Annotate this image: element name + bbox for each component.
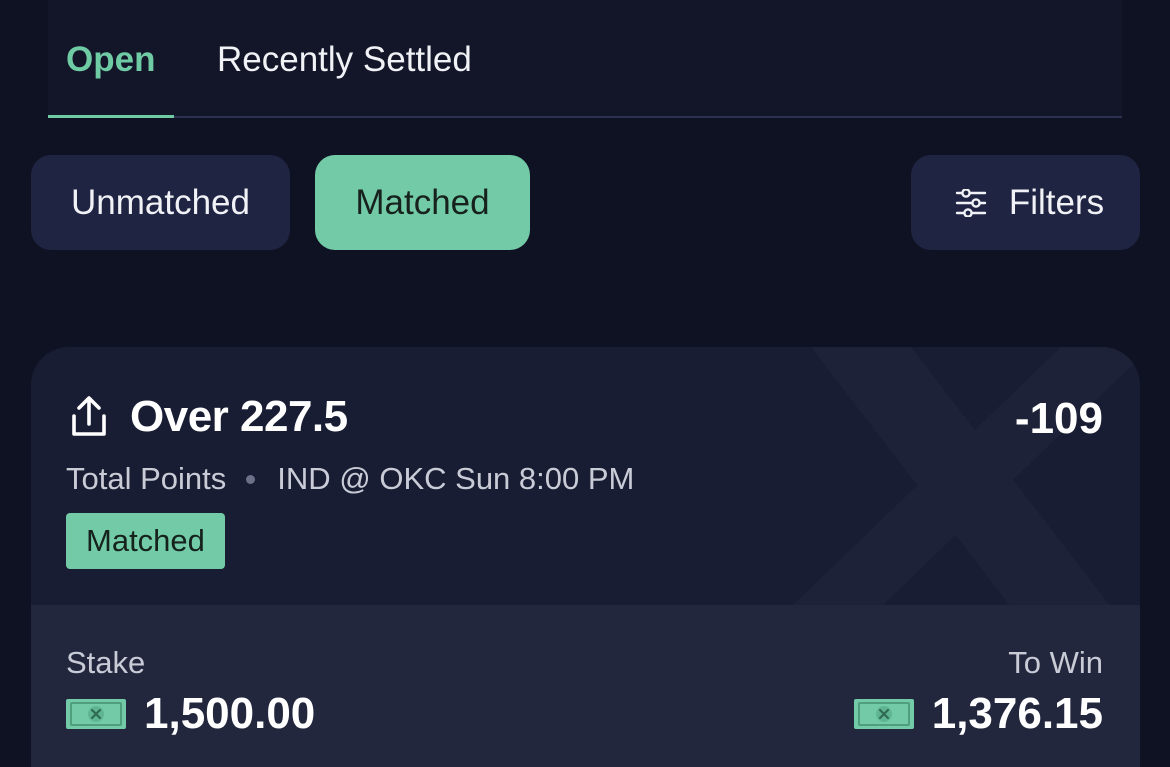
tabs-bar: Open Recently Settled [48, 0, 1122, 118]
status-badge-label: Matched [86, 523, 205, 558]
bet-event: IND @ OKC Sun 8:00 PM [277, 461, 635, 496]
to-win-amount: 1,376.15 [853, 689, 1103, 739]
unmatched-button[interactable]: Unmatched [31, 155, 290, 250]
status-badge: Matched [66, 513, 225, 569]
stake-label: Stake [66, 645, 146, 680]
sliders-icon [955, 188, 987, 217]
x-watermark-icon [791, 347, 1140, 607]
bet-subtitle: Total Points IND @ OKC Sun 8:00 PM [66, 461, 634, 497]
active-tab-indicator [48, 115, 174, 118]
stake-value: 1,500.00 [144, 689, 316, 738]
bet-market: Total Points [66, 461, 227, 496]
tab-open[interactable]: Open [66, 38, 155, 82]
bet-title: Over 227.5 [130, 392, 348, 441]
bet-amounts: Stake To Win 1,500.00 1,376.15 [31, 605, 1140, 767]
bet-card[interactable]: Over 227.5 -109 Total Points IND @ OKC S… [31, 347, 1140, 767]
separator-dot [246, 474, 256, 484]
bet-header: Over 227.5 [66, 392, 348, 442]
cash-icon [853, 699, 914, 729]
unmatched-label: Unmatched [71, 182, 250, 222]
stake-amount: 1,500.00 [66, 689, 315, 739]
filters-label: Filters [1008, 182, 1105, 222]
share-icon[interactable] [66, 394, 112, 440]
cash-icon [66, 699, 126, 729]
to-win-value: 1,376.15 [931, 689, 1103, 738]
bet-odds: -109 [1014, 394, 1103, 443]
to-win-label: To Win [1008, 645, 1103, 680]
matched-label: Matched [355, 182, 490, 222]
filters-button[interactable]: Filters [911, 155, 1140, 250]
matched-button[interactable]: Matched [315, 155, 530, 250]
tab-recently-settled[interactable]: Recently Settled [217, 38, 472, 82]
